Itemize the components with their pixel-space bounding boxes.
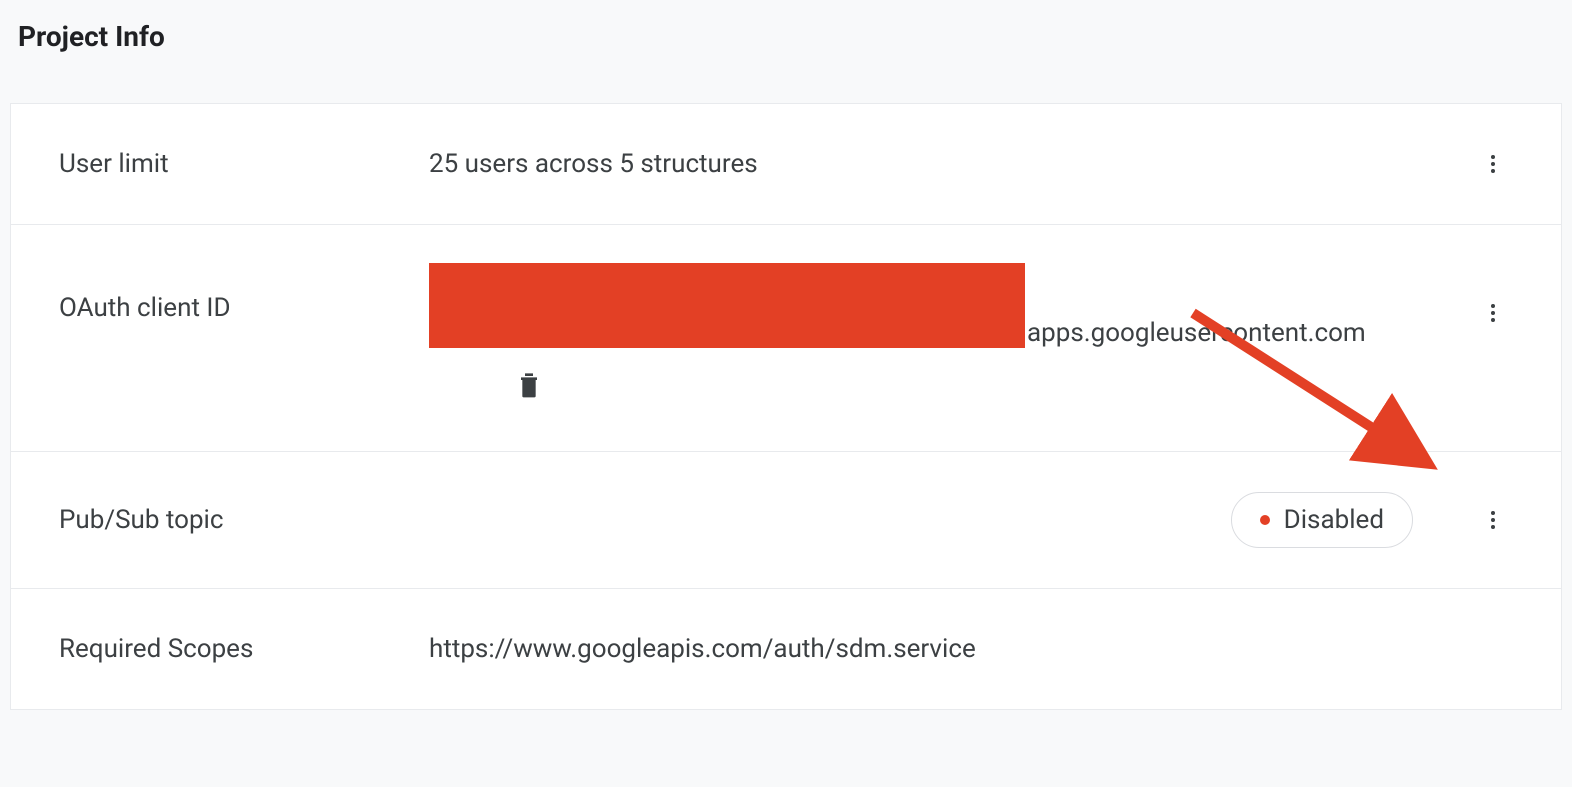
more-vert-icon — [1481, 508, 1505, 532]
page-title: Project Info — [18, 20, 1562, 53]
row-oauth-client-id: OAuth client ID apps.googleusercontent.c… — [11, 225, 1561, 452]
row-user-limit: User limit 25 users across 5 structures — [11, 104, 1561, 225]
user-limit-value: 25 users across 5 structures — [429, 149, 1453, 179]
more-vert-icon — [1481, 301, 1505, 325]
pubsub-more-button[interactable] — [1473, 500, 1513, 540]
scopes-label: Required Scopes — [59, 634, 429, 664]
oauth-label: OAuth client ID — [59, 263, 429, 323]
row-pubsub-topic: Pub/Sub topic Disabled — [11, 452, 1561, 589]
pubsub-label: Pub/Sub topic — [59, 505, 429, 535]
status-dot-icon — [1260, 515, 1270, 525]
row-required-scopes: Required Scopes https://www.googleapis.c… — [11, 589, 1561, 709]
pubsub-status-text: Disabled — [1284, 505, 1384, 535]
user-limit-label: User limit — [59, 149, 429, 179]
pubsub-value: Disabled — [429, 492, 1453, 548]
project-info-card: User limit 25 users across 5 structures … — [10, 103, 1562, 710]
oauth-suffix: apps.googleusercontent.com — [1027, 318, 1366, 348]
scopes-value: https://www.googleapis.com/auth/sdm.serv… — [429, 634, 1513, 664]
oauth-more-button[interactable] — [1473, 293, 1513, 333]
user-limit-more-button[interactable] — [1473, 144, 1513, 184]
pubsub-status-chip: Disabled — [1231, 492, 1413, 548]
oauth-delete-button[interactable] — [505, 358, 553, 413]
oauth-redacted-block — [429, 263, 1025, 348]
more-vert-icon — [1481, 152, 1505, 176]
trash-icon — [513, 366, 545, 402]
